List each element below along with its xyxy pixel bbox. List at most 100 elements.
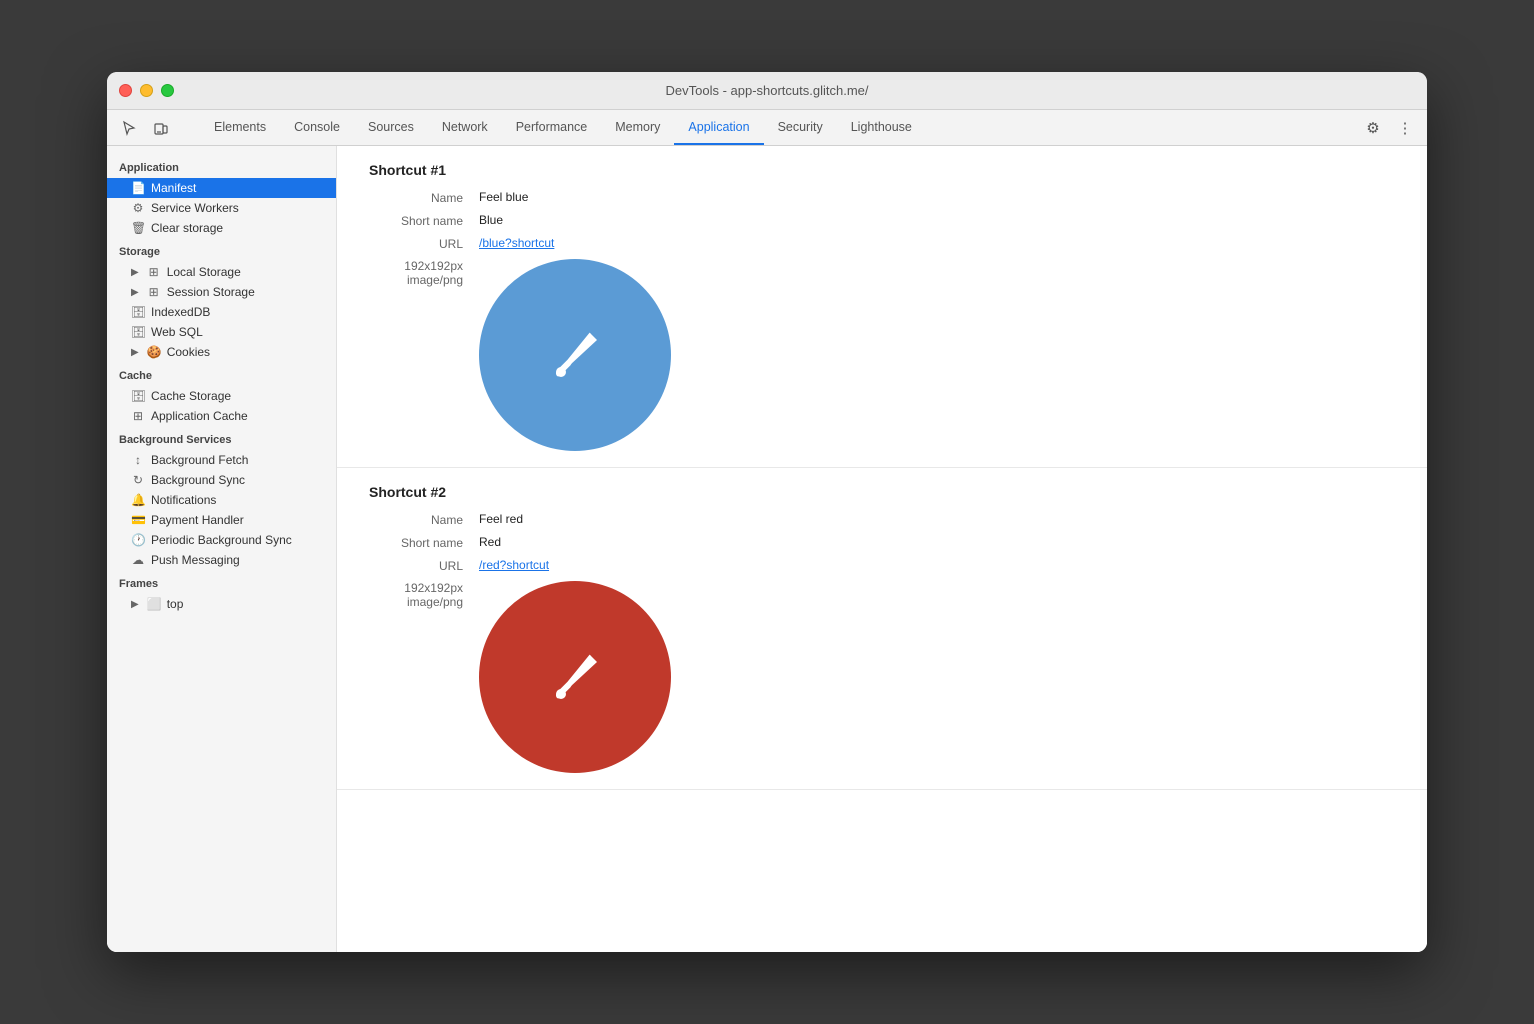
maximize-button[interactable] — [161, 84, 174, 97]
shortcut-1-icon — [479, 259, 671, 451]
tab-performance[interactable]: Performance — [502, 110, 602, 145]
shortcut-2-name-row: Name Feel red — [369, 512, 1395, 527]
sidebar-section-storage: Storage — [107, 238, 336, 262]
sidebar-section-background-services: Background Services — [107, 426, 336, 450]
sidebar-section-application: Application — [107, 154, 336, 178]
device-icon[interactable] — [147, 114, 175, 142]
sidebar-item-application-cache[interactable]: ⊞ Application Cache — [107, 406, 336, 426]
shortcut-1-name-value: Feel blue — [479, 190, 528, 204]
minimize-button[interactable] — [140, 84, 153, 97]
cursor-icon[interactable] — [115, 114, 143, 142]
shortcut-1-title: Shortcut #1 — [369, 162, 1395, 178]
shortcut-2-title: Shortcut #2 — [369, 484, 1395, 500]
window-title: DevTools - app-shortcuts.glitch.me/ — [665, 83, 868, 98]
sidebar-item-notifications[interactable]: 🔔 Notifications — [107, 490, 336, 510]
local-storage-icon: ⊞ — [147, 265, 161, 279]
sidebar-item-manifest[interactable]: 📄 Manifest — [107, 178, 336, 198]
shortcut-1-image-labels: 192x192px image/png — [369, 259, 479, 287]
shortcut-1-type: image/png — [369, 273, 463, 287]
periodic-background-sync-icon: 🕐 — [131, 533, 145, 547]
sidebar-item-payment-handler[interactable]: 💳 Payment Handler — [107, 510, 336, 530]
sidebar-item-background-sync[interactable]: ↻ Background Sync — [107, 470, 336, 490]
shortcut-1-section: Shortcut #1 Name Feel blue Short name Bl… — [337, 146, 1427, 468]
sidebar-item-cache-storage[interactable]: 🗄 Cache Storage — [107, 386, 336, 406]
sidebar-section-cache: Cache — [107, 362, 336, 386]
main-content: Shortcut #1 Name Feel blue Short name Bl… — [337, 146, 1427, 952]
devtools-window: DevTools - app-shortcuts.glitch.me/ Elem… — [107, 72, 1427, 952]
sidebar-item-web-sql[interactable]: 🗄 Web SQL — [107, 322, 336, 342]
shortcut-2-section: Shortcut #2 Name Feel red Short name Red… — [337, 468, 1427, 790]
push-messaging-icon: ☁ — [131, 553, 145, 567]
titlebar: DevTools - app-shortcuts.glitch.me/ — [107, 72, 1427, 110]
cache-storage-icon: 🗄 — [131, 389, 145, 403]
expand-top: ▶ — [131, 599, 139, 610]
shortcut-2-shortname-row: Short name Red — [369, 535, 1395, 550]
name-label-1: Name — [369, 190, 479, 205]
session-storage-icon: ⊞ — [147, 285, 161, 299]
close-button[interactable] — [119, 84, 132, 97]
toolbar-left — [115, 110, 188, 145]
shortcut-2-image-area: 192x192px image/png — [369, 581, 1395, 773]
more-icon[interactable]: ⋮ — [1391, 114, 1419, 142]
shortcut-2-url-value[interactable]: /red?shortcut — [479, 558, 549, 572]
url-label-1: URL — [369, 236, 479, 251]
shortcut-1-image-area: 192x192px image/png — [369, 259, 1395, 451]
shortcut-1-url-value[interactable]: /blue?shortcut — [479, 236, 554, 250]
sidebar-item-background-fetch[interactable]: ↕ Background Fetch — [107, 450, 336, 470]
top-icon: ⬜ — [147, 597, 161, 611]
shortcut-2-icon — [479, 581, 671, 773]
sidebar-item-clear-storage[interactable]: 🗑 Clear storage — [107, 218, 336, 238]
tab-sources[interactable]: Sources — [354, 110, 428, 145]
sidebar-item-cookies[interactable]: ▶ 🍪 Cookies — [107, 342, 336, 362]
sidebar-item-service-workers[interactable]: ⚙ Service Workers — [107, 198, 336, 218]
expand-local-storage: ▶ — [131, 267, 139, 278]
devtools-toolbar: Elements Console Sources Network Perform… — [107, 110, 1427, 146]
name-label-2: Name — [369, 512, 479, 527]
shortcut-2-image-labels: 192x192px image/png — [369, 581, 479, 609]
sidebar-section-frames: Frames — [107, 570, 336, 594]
sidebar-item-indexeddb[interactable]: 🗄 IndexedDB — [107, 302, 336, 322]
shortcut-1-name-row: Name Feel blue — [369, 190, 1395, 205]
sidebar-item-top[interactable]: ▶ ⬜ top — [107, 594, 336, 614]
traffic-lights — [119, 84, 174, 97]
tab-security[interactable]: Security — [764, 110, 837, 145]
shortcut-2-type: image/png — [369, 595, 463, 609]
short-name-label-2: Short name — [369, 535, 479, 550]
payment-handler-icon: 💳 — [131, 513, 145, 527]
service-workers-icon: ⚙ — [131, 201, 145, 215]
tab-network[interactable]: Network — [428, 110, 502, 145]
settings-icon[interactable]: ⚙ — [1359, 114, 1387, 142]
shortcut-1-url-row: URL /blue?shortcut — [369, 236, 1395, 251]
url-label-2: URL — [369, 558, 479, 573]
sidebar-item-periodic-background-sync[interactable]: 🕐 Periodic Background Sync — [107, 530, 336, 550]
sidebar-item-session-storage[interactable]: ▶ ⊞ Session Storage — [107, 282, 336, 302]
sidebar-item-local-storage[interactable]: ▶ ⊞ Local Storage — [107, 262, 336, 282]
notifications-icon: 🔔 — [131, 493, 145, 507]
tab-console[interactable]: Console — [280, 110, 354, 145]
tab-elements[interactable]: Elements — [200, 110, 280, 145]
clear-storage-icon: 🗑 — [131, 221, 145, 235]
shortcut-2-dimensions: 192x192px — [369, 581, 463, 595]
tab-list: Elements Console Sources Network Perform… — [200, 110, 1359, 145]
short-name-label-1: Short name — [369, 213, 479, 228]
sidebar: Application 📄 Manifest ⚙ Service Workers… — [107, 146, 337, 952]
shortcut-1-shortname-value: Blue — [479, 213, 503, 227]
cookies-icon: 🍪 — [147, 345, 161, 359]
background-fetch-icon: ↕ — [131, 453, 145, 467]
shortcut-1-shortname-row: Short name Blue — [369, 213, 1395, 228]
shortcut-1-dimensions: 192x192px — [369, 259, 463, 273]
tab-memory[interactable]: Memory — [601, 110, 674, 145]
indexeddb-icon: 🗄 — [131, 305, 145, 319]
manifest-icon: 📄 — [131, 181, 145, 195]
sidebar-item-push-messaging[interactable]: ☁ Push Messaging — [107, 550, 336, 570]
toolbar-right: ⚙ ⋮ — [1359, 110, 1419, 145]
devtools-body: Application 📄 Manifest ⚙ Service Workers… — [107, 146, 1427, 952]
shortcut-2-url-row: URL /red?shortcut — [369, 558, 1395, 573]
application-cache-icon: ⊞ — [131, 409, 145, 423]
shortcut-2-name-value: Feel red — [479, 512, 523, 526]
background-sync-icon: ↻ — [131, 473, 145, 487]
expand-session-storage: ▶ — [131, 287, 139, 298]
tab-application[interactable]: Application — [674, 110, 763, 145]
tab-lighthouse[interactable]: Lighthouse — [837, 110, 926, 145]
web-sql-icon: 🗄 — [131, 325, 145, 339]
